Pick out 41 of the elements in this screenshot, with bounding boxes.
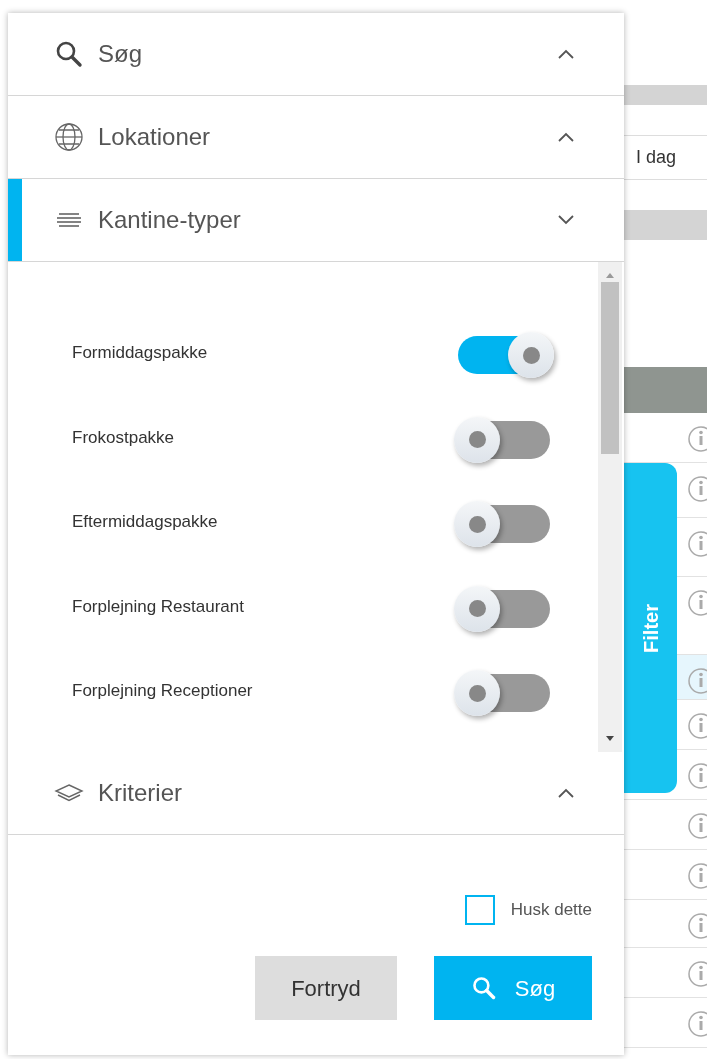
section-title: Kriterier [98,778,183,808]
checkbox-label: Husk dette [510,899,592,922]
info-icon [687,589,707,617]
scrollbar[interactable] [598,262,622,752]
info-icon [687,712,707,740]
section-header[interactable]: Lokationer [8,96,624,179]
info-icon [687,862,707,890]
scroll-up-icon [605,272,615,278]
scrollbar-thumb[interactable] [601,282,619,454]
search-icon [470,975,497,1001]
section-title: Kantine-typer [98,205,242,235]
globe-icon [54,122,84,152]
toggle-label: Forplejning Restaurant [72,595,245,618]
info-icon [687,530,707,558]
search-icon [54,39,84,69]
section-header[interactable]: Kriterier [8,752,624,835]
chevron-up-icon [556,786,576,800]
cancel-button[interactable]: Fortryd [255,956,397,1020]
section-header[interactable]: Kantine-typer [8,179,624,262]
info-icon [687,912,707,940]
toggle-label: Eftermiddagspakke [72,511,219,533]
info-icon [687,960,707,988]
info-icon [687,667,707,695]
info-icon [687,812,707,840]
chevron-up-icon [556,130,576,144]
info-icon [687,425,707,453]
table-row[interactable] [677,655,707,699]
date-cell: I dag [624,135,707,180]
chevron-up-icon [556,47,576,61]
scroll-down-icon [605,736,615,742]
toggle-label: Forplejning Receptioner [72,680,254,702]
section-title: Lokationer [98,122,212,152]
info-icon [687,762,707,790]
info-icon [687,475,707,503]
checkbox[interactable] [464,895,495,925]
chevron-down-icon [556,213,576,227]
toggle-label: Formiddagspakke [72,342,209,364]
section-header[interactable]: Søg [8,13,624,96]
section-title: Søg [98,39,143,69]
info-icon [687,1010,707,1038]
toggle-label: Frokostpakke [72,426,176,449]
